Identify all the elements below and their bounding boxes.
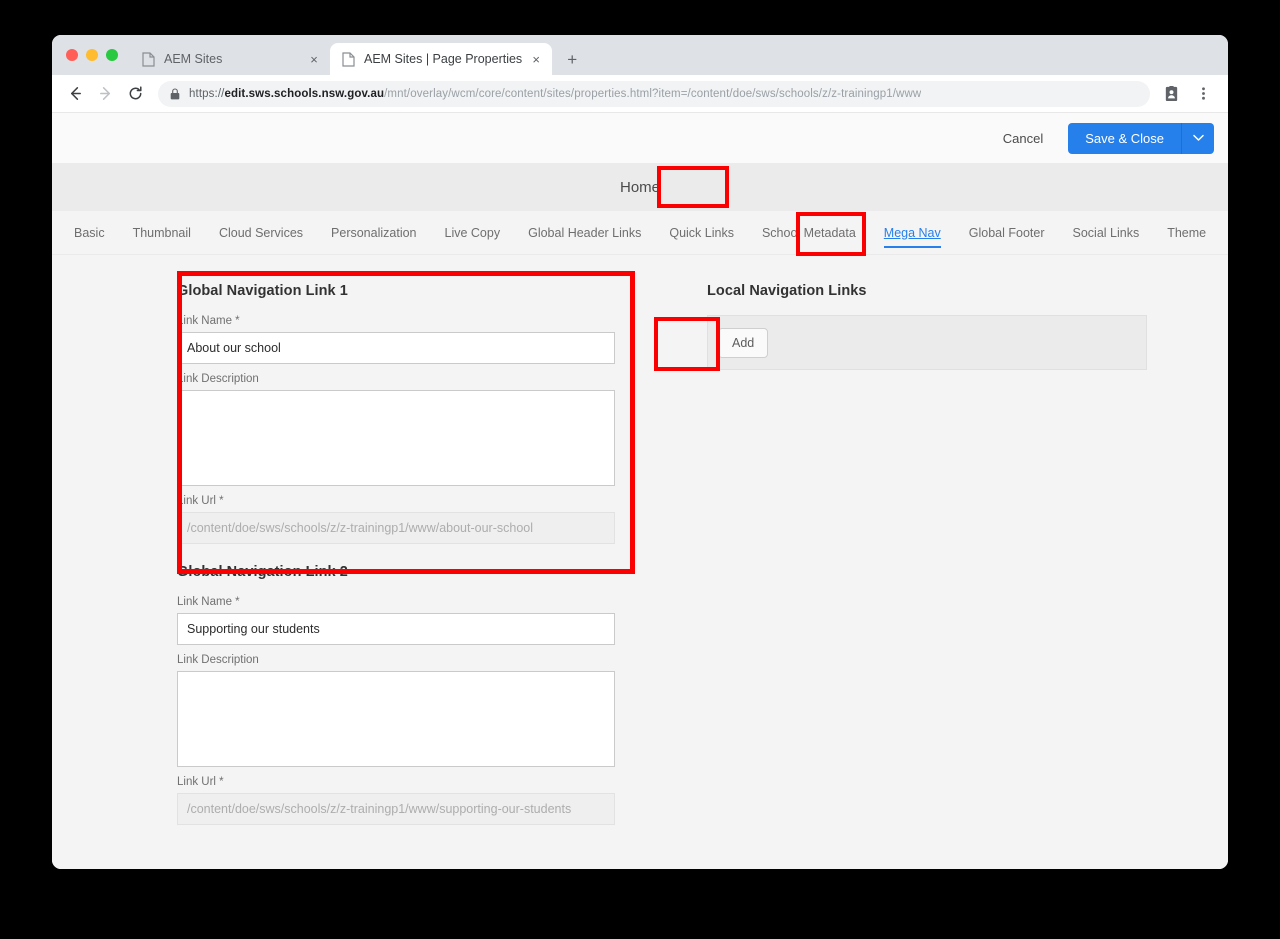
url-domain: edit.sws.schools.nsw.gov.au xyxy=(224,87,385,100)
url-path: /mnt/overlay/wcm/core/content/sites/prop… xyxy=(384,87,922,100)
link1-url-label: Link Url * xyxy=(177,495,224,507)
tab-cloud-services[interactable]: Cloud Services xyxy=(205,211,317,255)
browser-tab-strip: AEM Sites × AEM Sites | Page Properties … xyxy=(52,35,1228,75)
page-title-highlight xyxy=(657,166,729,208)
link2-name-field: Link Name * xyxy=(177,596,652,645)
reload-icon[interactable] xyxy=(120,79,150,109)
tab-global-footer[interactable]: Global Footer xyxy=(955,211,1059,255)
aem-title-bar: Home xyxy=(52,163,1228,211)
link1-description-field: Link Description xyxy=(177,373,652,486)
global-navigation-link-1-group: Global Navigation Link 1 Link Name * Lin… xyxy=(177,271,652,574)
link2-url-label: Link Url * xyxy=(177,776,224,788)
window-traffic-lights xyxy=(62,35,130,75)
browser-tab-title: AEM Sites xyxy=(164,52,223,66)
tab-personalization[interactable]: Personalization xyxy=(317,211,430,255)
tab-basic[interactable]: Basic xyxy=(60,211,119,255)
browser-tab-1[interactable]: AEM Sites × xyxy=(130,43,330,75)
tab-quick-links[interactable]: Quick Links xyxy=(655,211,748,255)
local-navigation-links-multifield: Add xyxy=(707,315,1147,370)
address-bar[interactable]: https://edit.sws.schools.nsw.gov.au/mnt/… xyxy=(158,80,1150,107)
tab-school-metadata[interactable]: School Metadata xyxy=(748,211,870,255)
link2-description-textarea[interactable] xyxy=(177,671,615,767)
global-navigation-link-1-heading: Global Navigation Link 1 xyxy=(177,283,348,299)
global-navigation-link-2-group: Global Navigation Link 2 Link Name * Lin… xyxy=(177,564,652,825)
local-navigation-links-heading: Local Navigation Links xyxy=(707,283,867,299)
minimize-window-button[interactable] xyxy=(86,49,98,61)
browser-tab-title: AEM Sites | Page Properties xyxy=(364,52,523,66)
save-close-button-group: Save & Close xyxy=(1068,122,1214,154)
tab-social-links[interactable]: Social Links xyxy=(1059,211,1154,255)
mega-nav-form: Global Navigation Link 1 Link Name * Lin… xyxy=(52,255,1228,869)
link2-url-field: Link Url * xyxy=(177,776,652,825)
cancel-button[interactable]: Cancel xyxy=(990,124,1056,153)
close-tab-icon[interactable]: × xyxy=(306,51,322,67)
maximize-window-button[interactable] xyxy=(106,49,118,61)
profile-card-icon[interactable] xyxy=(1156,79,1186,109)
link1-name-label: Link Name * xyxy=(177,315,240,327)
link1-description-label: Link Description xyxy=(177,373,259,385)
browser-window: AEM Sites × AEM Sites | Page Properties … xyxy=(52,35,1228,869)
tab-live-copy[interactable]: Live Copy xyxy=(431,211,515,255)
lock-icon xyxy=(170,87,180,100)
browser-tab-2[interactable]: AEM Sites | Page Properties × xyxy=(330,43,553,75)
tab-theme[interactable]: Theme xyxy=(1153,211,1220,255)
chevron-down-icon[interactable] xyxy=(1181,122,1214,154)
add-local-navigation-link-button[interactable]: Add xyxy=(718,327,769,358)
link1-url-input xyxy=(177,512,615,544)
kebab-menu-icon[interactable] xyxy=(1188,79,1218,109)
forward-icon[interactable] xyxy=(90,79,120,109)
save-and-close-button[interactable]: Save & Close xyxy=(1068,122,1181,154)
link2-name-input[interactable] xyxy=(177,613,615,645)
link1-description-textarea[interactable] xyxy=(177,390,615,486)
tab-thumbnail[interactable]: Thumbnail xyxy=(119,211,205,255)
url-text: https://edit.sws.schools.nsw.gov.au/mnt/… xyxy=(189,88,921,100)
url-scheme: https:// xyxy=(189,87,225,100)
tab-global-header-links[interactable]: Global Header Links xyxy=(514,211,655,255)
page-icon xyxy=(342,51,355,67)
browser-toolbar-actions xyxy=(1156,79,1218,109)
close-tab-icon[interactable]: × xyxy=(528,51,544,67)
global-navigation-link-2-heading: Global Navigation Link 2 xyxy=(177,564,348,580)
link1-name-input[interactable] xyxy=(177,332,615,364)
link2-description-label: Link Description xyxy=(177,654,259,666)
close-window-button[interactable] xyxy=(66,49,78,61)
link2-url-input xyxy=(177,793,615,825)
page-icon xyxy=(142,51,155,67)
global-navigation-links-column: Global Navigation Link 1 Link Name * Lin… xyxy=(52,271,652,869)
aem-page-properties: Cancel Save & Close Home Basic Thumbnail… xyxy=(52,113,1228,869)
tab-mega-nav[interactable]: Mega Nav xyxy=(870,211,955,255)
link1-name-field: Link Name * xyxy=(177,315,652,364)
link1-url-field: Link Url * xyxy=(177,495,652,544)
aem-action-bar: Cancel Save & Close xyxy=(52,113,1228,163)
local-navigation-links-column: Local Navigation Links Add xyxy=(652,283,1152,869)
browser-toolbar: https://edit.sws.schools.nsw.gov.au/mnt/… xyxy=(52,75,1228,113)
link2-description-field: Link Description xyxy=(177,654,652,767)
link2-name-label: Link Name * xyxy=(177,596,240,608)
aem-tab-list: Basic Thumbnail Cloud Services Personali… xyxy=(52,211,1228,256)
back-icon[interactable] xyxy=(60,79,90,109)
page-title: Home xyxy=(619,178,660,196)
new-tab-button[interactable]: + xyxy=(558,45,586,73)
